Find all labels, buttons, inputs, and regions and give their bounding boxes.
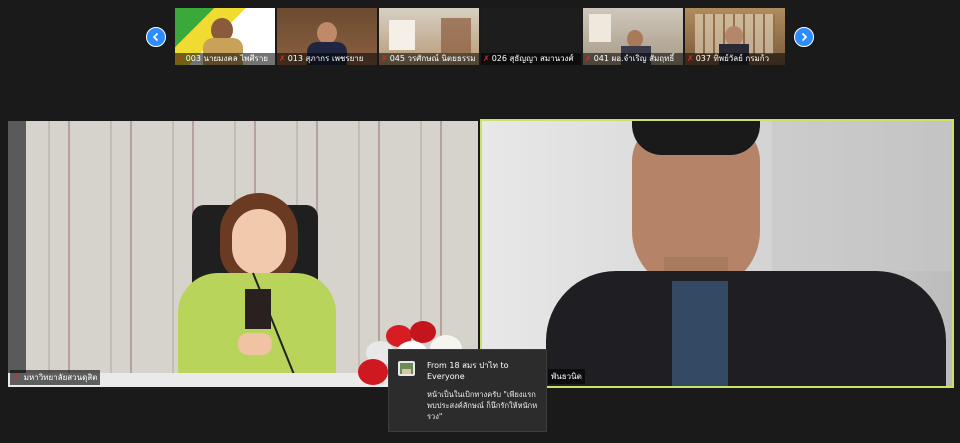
mic-muted-icon: ✗ [177, 54, 184, 63]
chevron-left-icon [152, 32, 159, 42]
chat-sender: From 18 สมร ปาไท to Everyone [427, 361, 509, 381]
mic-muted-icon: ✗ [483, 54, 490, 63]
mic-muted-icon: ✗ [13, 373, 20, 382]
video-tile-left[interactable]: ✗ มหาวิทยาลัยสวนดุสิต [8, 121, 478, 387]
participant-name-tag: พันธวนิต [548, 369, 585, 384]
participant-thumb[interactable]: ✗ 037 ทิพย์วัลย์ กรมก้ว [685, 8, 785, 65]
participant-thumb[interactable]: ✗ 003 นายมงคล ไพศีราย [175, 8, 275, 65]
mic-muted-icon: ✗ [585, 54, 592, 63]
mic-muted-icon: ✗ [279, 54, 286, 63]
participant-name: 026 สุธัญญา สมานวงศ์ [491, 54, 574, 63]
mic-muted-icon: ✗ [687, 54, 694, 63]
participant-thumb[interactable]: ✗ 045 วรศักษณ์ นิตยธรรม [379, 8, 479, 65]
participant-thumb[interactable]: ✗ 041 ผอ.จำเริญ สัมฤทธิ์ [583, 8, 683, 65]
participant-name: 045 วรศักษณ์ นิตยธรรม [389, 54, 476, 63]
participant-name-tag: ✗ มหาวิทยาลัยสวนดุสิต [10, 370, 101, 385]
participant-name: 041 ผอ.จำเริญ สัมฤทธิ์ [593, 54, 675, 63]
strip-next-button[interactable] [794, 27, 814, 47]
participant-thumb[interactable]: ✗ 026 สุธัญญา สมานวงศ์ [481, 8, 581, 65]
participant-name: 037 ทิพย์วัลย์ กรมก้ว [695, 54, 770, 63]
participant-name: 013 สุภากร เพชรยาย [287, 54, 364, 63]
participant-name: พันธวนิต [551, 372, 582, 381]
participant-name: มหาวิทยาลัยสวนดุสิต [23, 373, 98, 382]
mic-muted-icon: ✗ [381, 54, 388, 63]
strip-prev-button[interactable] [146, 27, 166, 47]
sender-avatar-icon [398, 361, 415, 376]
chat-message: หน้าเป็นในเบิกทางครับ "เพียงแรกพบประสงค์… [427, 390, 538, 421]
video-tile-right[interactable]: พันธวนิต [480, 119, 954, 388]
chat-notification[interactable]: From 18 สมร ปาไท to Everyone หน้าเป็นในเ… [388, 349, 547, 432]
chevron-right-icon [801, 32, 808, 42]
participant-thumb[interactable]: ✗ 013 สุภากร เพชรยาย [277, 8, 377, 65]
participant-name: 003 นายมงคล ไพศีราย [185, 54, 268, 63]
